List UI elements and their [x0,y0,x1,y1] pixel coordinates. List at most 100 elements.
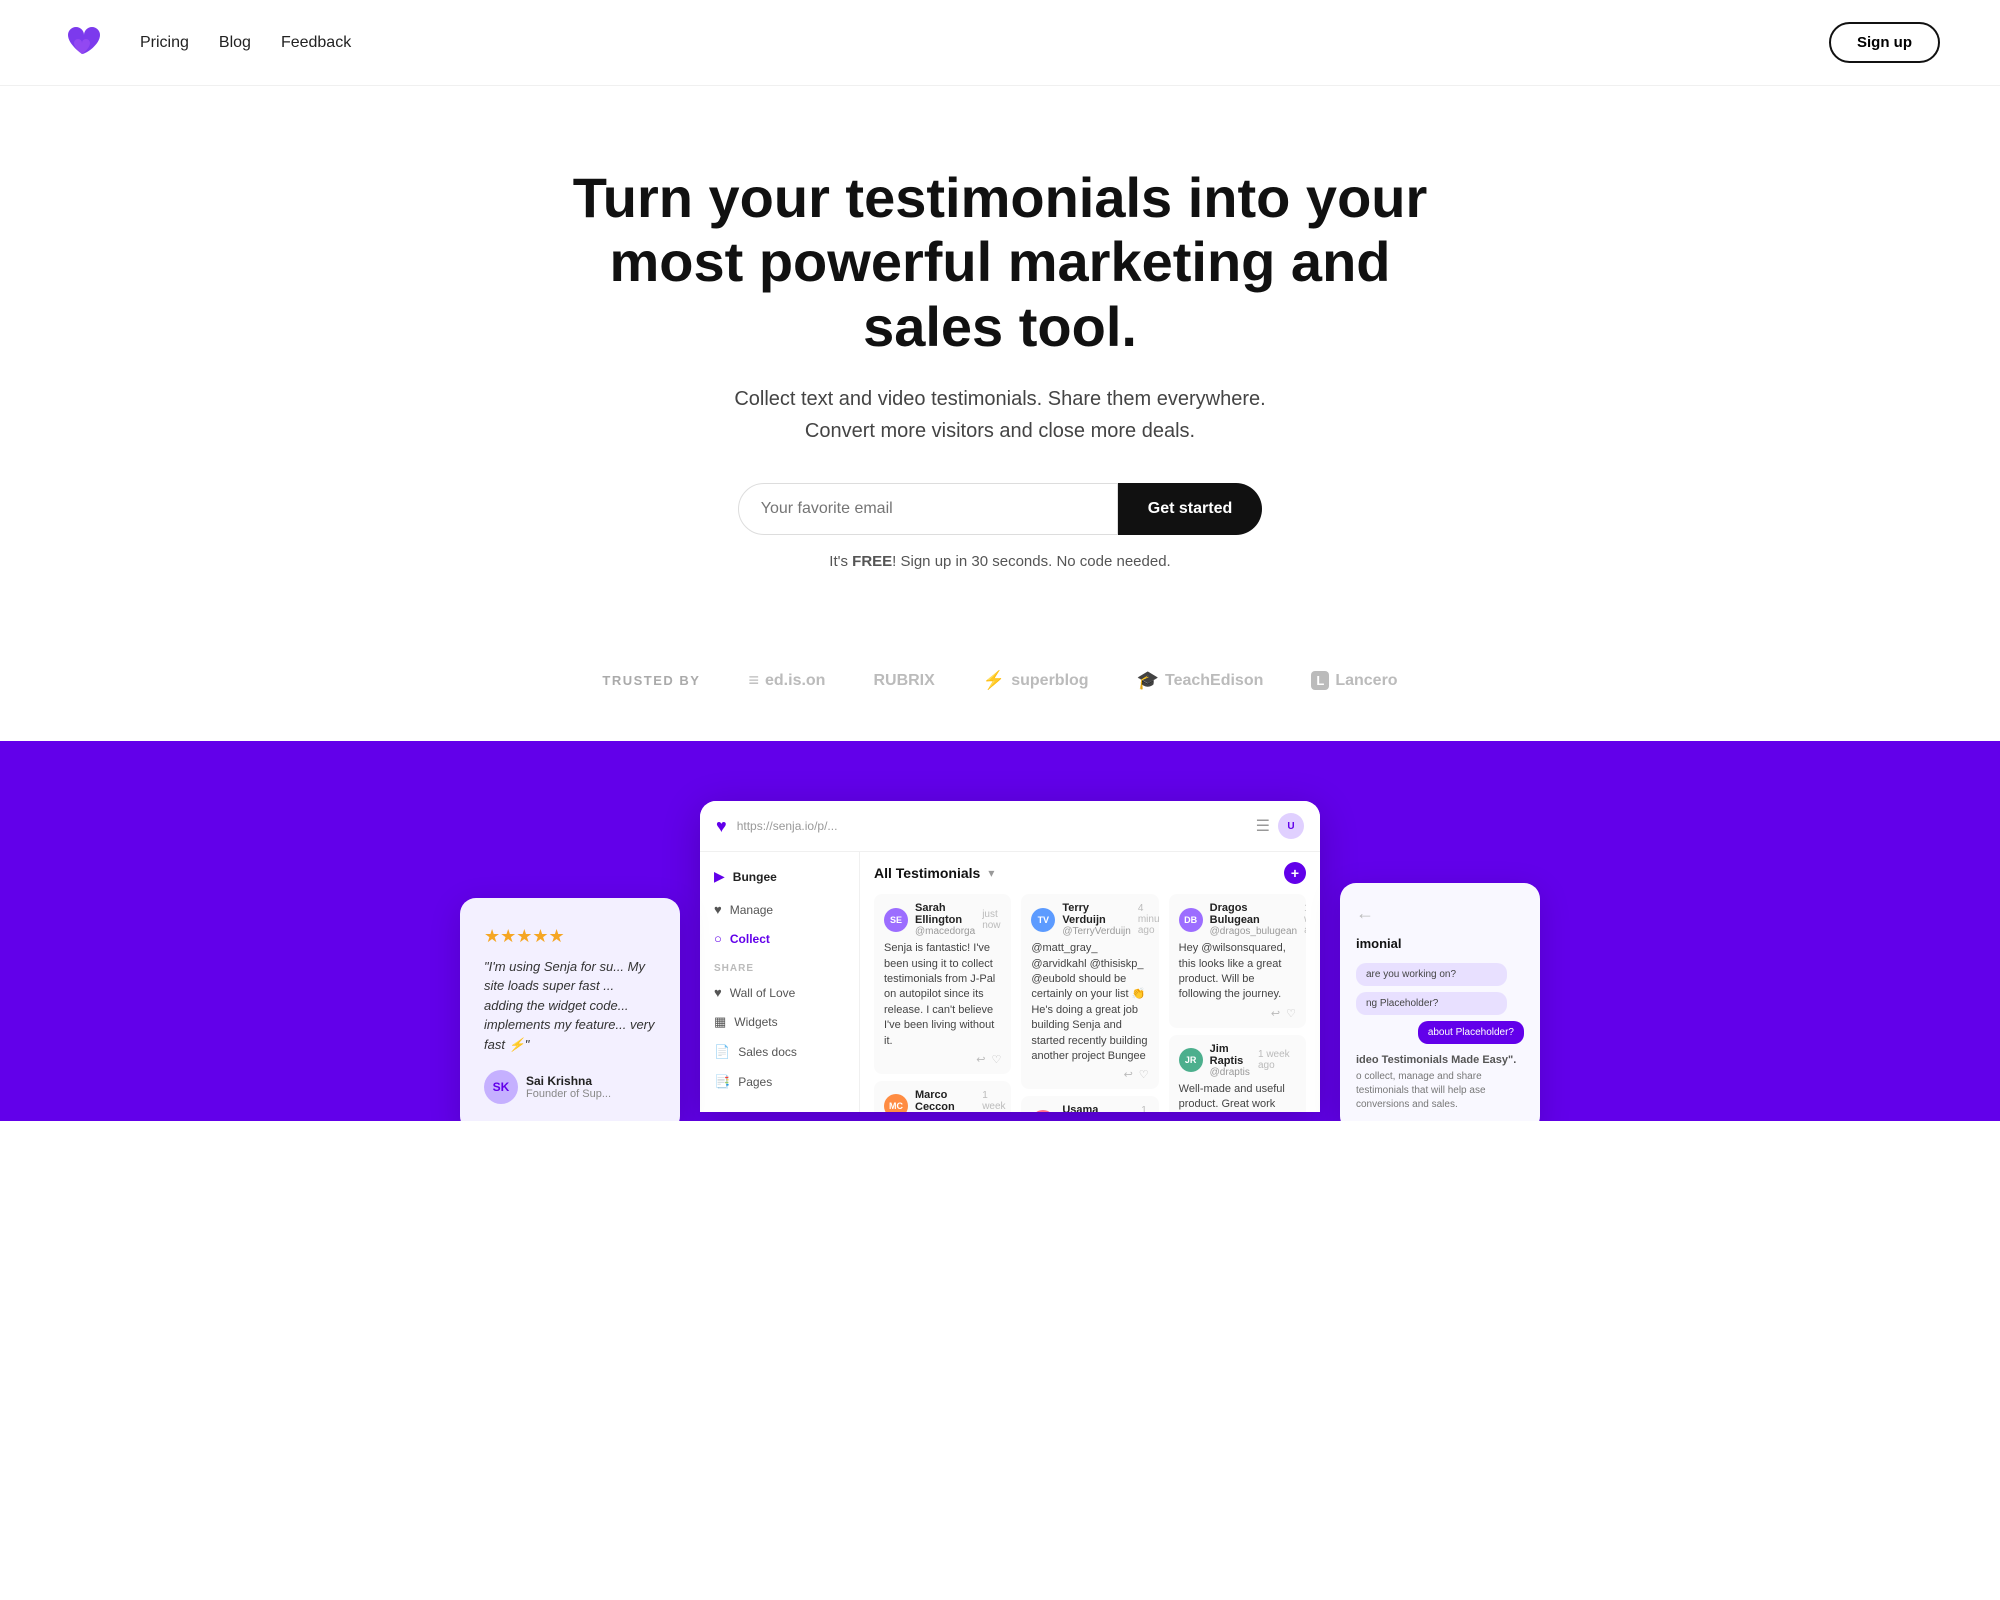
reply-icon[interactable]: ↩ [1124,1068,1133,1081]
avatar: JR [1179,1048,1203,1072]
chevron-down-icon: ▾ [988,866,994,880]
dashboard-main-header: All Testimonials ▾ + [874,862,1306,884]
add-testimonial-button[interactable]: + [1284,862,1306,884]
avatar: TV [1031,908,1055,932]
author-name: Sai Krishna [526,1074,611,1088]
table-row: JR Jim Raptis @draptis 1 week ago Well-m… [1169,1035,1306,1112]
testimonials-columns: SE Sarah Ellington @macedorga just now S… [874,894,1306,1112]
list-item: are you working on? [1356,963,1507,986]
sidebar-item-wall-of-love[interactable]: ♥ Wall of Love [700,978,859,1007]
sales-docs-icon: 📄 [714,1044,730,1060]
wall-icon: ♥ [714,985,722,1000]
collect-icon: ○ [714,931,722,946]
dashboard-inner: ★★★★★ "I'm using Senja for su... My site… [450,801,1550,1112]
table-row: TV Terry Verduijn @TerryVerduijn 4 minut… [1021,894,1158,1089]
testimonial-author-name: Usama Khalid [1062,1104,1134,1112]
all-testimonials-title: All Testimonials [874,865,980,881]
heart-icon[interactable]: ♡ [1139,1068,1149,1081]
testimonial-time: just now [982,909,1001,931]
logo[interactable] [60,18,104,67]
pages-icon: 📑 [714,1074,730,1090]
chat-bubbles: are you working on? ng Placeholder? abou… [1356,963,1524,1044]
hero-title: Turn your testimonials into your most po… [570,166,1430,359]
testimonial-author-handle: @macedorga [915,926,975,937]
hero-cta: Get started [570,483,1430,535]
left-testimonial-card: ★★★★★ "I'm using Senja for su... My site… [460,898,680,1122]
nav-left: Pricing Blog Feedback [60,18,351,67]
sidebar-brand: ▶ Bungee [700,862,859,895]
testimonial-time: 1 week ago [1304,903,1306,936]
nav-links: Pricing Blog Feedback [140,34,351,52]
testimonial-author-handle: @draptis [1210,1067,1251,1078]
trusted-logos: ≡ ed.is.on RUBRIX ⚡ superblog 🎓 TeachEdi… [748,670,1397,691]
sidebar-brand-icon: ▶ [714,868,725,885]
dashboard-topbar: ♥ https://senja.io/p/... ☰ U [700,801,1320,852]
testimonial-author-name: Terry Verduijn [1062,902,1131,926]
email-input[interactable] [738,483,1118,535]
list-item: about Placeholder? [1418,1021,1524,1044]
sidebar-item-pages[interactable]: 📑 Pages [700,1067,859,1097]
nav-link-feedback[interactable]: Feedback [281,34,351,52]
back-icon[interactable]: ← [1356,903,1524,924]
right-card-title: imonial [1356,936,1524,951]
get-started-button[interactable]: Get started [1118,483,1262,535]
trusted-section: TRUSTED BY ≡ ed.is.on RUBRIX ⚡ superblog… [0,630,2000,741]
signup-button[interactable]: Sign up [1829,22,1940,63]
testimonial-text: Hey @wilsonsquared, this looks like a gr… [1179,941,1296,1003]
hero-section: Turn your testimonials into your most po… [550,86,1450,630]
testimonials-col2: TV Terry Verduijn @TerryVerduijn 4 minut… [1021,894,1158,1112]
trusted-logo-rubrix: RUBRIX [873,672,934,690]
sidebar-item-widgets[interactable]: ▦ Widgets [700,1007,859,1037]
user-avatar: U [1278,813,1304,839]
sidebar-item-sales-docs[interactable]: 📄 Sales docs [700,1037,859,1067]
right-chat-card: ← imonial are you working on? ng Placeho… [1340,883,1540,1121]
manage-icon: ♥ [714,902,722,917]
dashboard-window: ♥ https://senja.io/p/... ☰ U ▶ Bungee ♥ [700,801,1320,1112]
testimonials-col3: DB Dragos Bulugean @dragos_bulugean 1 we… [1169,894,1306,1112]
left-card-author: SK Sai Krishna Founder of Sup... [484,1070,656,1104]
nav-link-pricing[interactable]: Pricing [140,34,189,52]
testimonial-time: 1 week ago [1141,1105,1158,1112]
hero-fine-print: It's FREE! Sign up in 30 seconds. No cod… [570,553,1430,570]
reply-icon[interactable]: ↩ [1271,1007,1280,1020]
table-row: MC Marco Ceccon @macedorga 1 week ago Th… [874,1081,1011,1112]
testimonial-author-name: Dragos Bulugean [1210,902,1297,926]
testimonial-text: Well-made and useful product. Great work… [1179,1082,1296,1112]
testimonial-author-name: Jim Raptis [1210,1043,1251,1067]
avatar: SE [884,908,908,932]
widgets-icon: ▦ [714,1014,726,1030]
avatar: UK [1031,1110,1055,1112]
heart-icon[interactable]: ♡ [1286,1007,1296,1020]
testimonial-author-handle: @dragos_bulugean [1210,926,1297,937]
trusted-logo-superblog: ⚡ superblog [983,670,1089,691]
sidebar-item-collect[interactable]: ○ Collect [700,924,859,953]
menu-icon: ☰ [1256,816,1270,836]
testimonial-author-name: Marco Ceccon [915,1089,975,1112]
testimonial-time: 4 minutes ago [1138,903,1159,936]
table-row: SE Sarah Ellington @macedorga just now S… [874,894,1011,1074]
author-role: Founder of Sup... [526,1088,611,1100]
dashboard-logo: ♥ [716,816,727,837]
sidebar-share-divider: SHARE [700,953,859,978]
testimonial-time: 1 week ago [982,1090,1005,1112]
trusted-logo-teachedison: 🎓 TeachEdison [1137,670,1264,691]
heart-icon[interactable]: ♡ [991,1053,1001,1066]
table-row: UK Usama Khalid @usama_khalid 1 week ago… [1021,1096,1158,1112]
dashboard-section: ★★★★★ "I'm using Senja for su... My site… [0,741,2000,1121]
star-rating: ★★★★★ [484,926,656,947]
testimonial-time: 1 week ago [1258,1049,1296,1071]
reply-icon[interactable]: ↩ [976,1053,985,1066]
dashboard-body: ▶ Bungee ♥ Manage ○ Collect SHARE ♥ Wall [700,852,1320,1112]
testimonial-text: Senja is fantastic! I've been using it t… [884,941,1001,1049]
trusted-label: TRUSTED BY [602,673,700,688]
navbar: Pricing Blog Feedback Sign up [0,0,2000,86]
left-card-quote: "I'm using Senja for su... My site loads… [484,957,656,1055]
avatar: DB [1179,908,1203,932]
avatar: SK [484,1070,518,1104]
sidebar-item-manage[interactable]: ♥ Manage [700,895,859,924]
dashboard-sidebar: ▶ Bungee ♥ Manage ○ Collect SHARE ♥ Wall [700,852,860,1112]
trusted-logo-lancero: L Lancero [1311,671,1397,690]
dashboard-url: https://senja.io/p/... [737,819,838,833]
right-card-testimonial-text: o collect, manage and share testimonials… [1356,1070,1524,1112]
nav-link-blog[interactable]: Blog [219,34,251,52]
